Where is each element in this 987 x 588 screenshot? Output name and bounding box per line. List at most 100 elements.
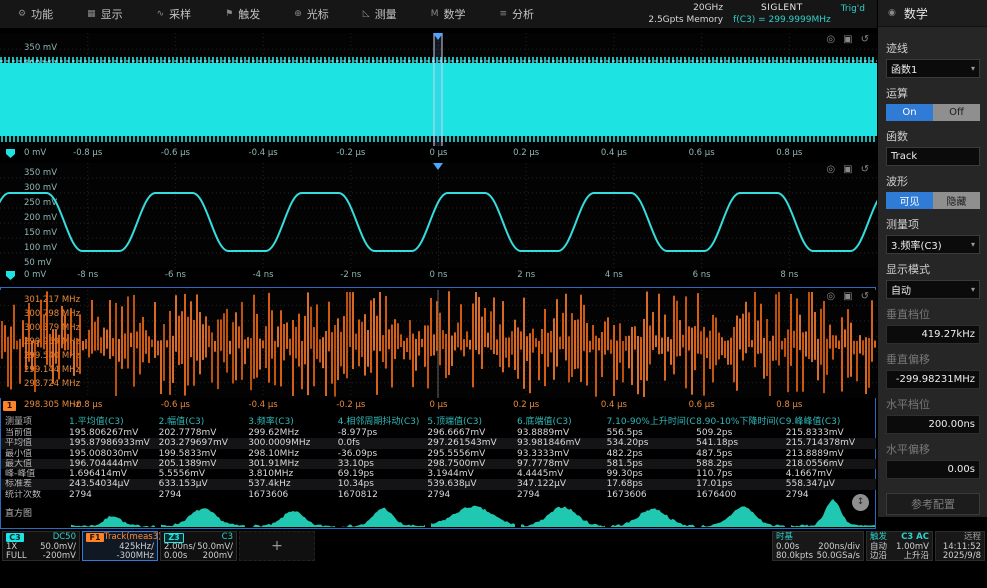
horizontal-offset-field: 0.00s <box>886 460 980 479</box>
measure-item-select[interactable]: 3.频率(C3) ▾ <box>886 235 980 254</box>
trigger-descriptor[interactable]: 触发 C3 AC 自动 1.00mV 边沿 上升沿 <box>866 531 933 561</box>
zoom-offset-marker-icon[interactable] <box>6 271 15 280</box>
f1-trace-badge[interactable]: 1 <box>3 401 16 411</box>
x-tick-label: -2 ns <box>340 270 362 280</box>
menu-item-measure[interactable]: ◺ 测量 <box>363 6 397 22</box>
menu-item-acquire[interactable]: ∿ 采样 <box>157 6 192 22</box>
channel-offset-marker-icon[interactable] <box>6 149 15 158</box>
trigger-position-marker-icon[interactable] <box>433 163 443 170</box>
clock-box[interactable]: 远程 14:11:52 2025/9/8 <box>935 531 985 561</box>
stat-value: 196.704444mV <box>69 458 139 469</box>
table-corner-label: 测量项 <box>5 417 33 427</box>
menu-item-display[interactable]: ▦ 显示 <box>87 6 123 22</box>
stat-value: 110.7ps <box>696 469 733 480</box>
x-tick-label: 2 ns <box>517 270 536 280</box>
stat-value: 202.7778mV <box>158 428 217 438</box>
stat-value: 295.5556mV <box>427 448 486 459</box>
vertical-scale-label: 垂直档位 <box>886 308 930 321</box>
function-f1-descriptor[interactable]: F1 Track(meas3) 425kHz/ -300MHz <box>82 531 161 561</box>
trace-select[interactable]: 函数1 ▾ <box>886 59 980 78</box>
plus-icon: + <box>271 538 283 554</box>
dialog-title: 数学 <box>903 6 928 21</box>
grid2-zero-label: 0 mV <box>24 270 47 280</box>
display-mode-select[interactable]: 自动 ▾ <box>886 280 980 299</box>
add-trace-button[interactable]: + <box>239 531 315 561</box>
vertical-offset-field: -299.98231MHz <box>886 370 980 389</box>
maximize-icon[interactable]: ▣ <box>843 165 852 175</box>
stat-value: 17.68ps <box>606 479 643 490</box>
grid1-toolbar: ◎ ▣ ↺ <box>826 35 869 45</box>
c3-bandwidth: FULL <box>6 551 27 561</box>
stat-value: 5.5556mV <box>158 469 206 480</box>
channel-c3-descriptor[interactable]: C3 DC50 1X 50.0mV/ FULL -200mV <box>2 531 80 561</box>
stat-value: 218.0556mV <box>785 458 844 469</box>
track-function-grid[interactable]: ◎ ▣ ↺ 301.217 MHz 300.798 MHz 300.379 MHz 299… <box>0 290 877 398</box>
table-scroll-button[interactable]: ↕ <box>852 494 869 511</box>
reference-config-button[interactable]: 参考配置 <box>886 493 980 515</box>
column-header: 2.幅值(C3) <box>158 417 205 427</box>
menu-item-label: 触发 <box>238 8 261 21</box>
zoom-waveform-grid[interactable]: ◎ ▣ ↺ 350 mV 300 mV 250 mV 200 mV 150 mV 100 mV… <box>0 163 877 268</box>
stat-value: 195.008030mV <box>69 448 139 459</box>
x-tick-label: 0.6 µs <box>688 400 715 410</box>
operation-off[interactable]: Off <box>933 104 980 121</box>
measure-item-label: 测量项 <box>886 218 919 231</box>
math-icon: M <box>430 9 439 19</box>
waveform-visible[interactable]: 可见 <box>886 192 933 209</box>
main-waveform-grid[interactable]: ◎▣↺ 350 mV300 mV50 mV <box>0 33 877 146</box>
snapshot-icon[interactable]: ◎ <box>826 165 835 175</box>
waveform-hidden[interactable]: 隐藏 <box>933 192 980 209</box>
pin-icon[interactable]: ◉ <box>888 8 896 18</box>
x-tick-label: -0.6 µs <box>160 148 190 158</box>
maximize-icon[interactable]: ▣ <box>843 292 852 302</box>
maximize-icon[interactable]: ▣ <box>843 35 852 45</box>
zoom-window-marker-icon[interactable] <box>433 33 443 40</box>
zoom-z3-descriptor[interactable]: Z3 C3 2.00ns/ 50.0mV/ 0.00s 200mV <box>160 531 237 561</box>
reset-icon[interactable]: ↺ <box>861 35 869 45</box>
reset-icon[interactable]: ↺ <box>861 292 869 302</box>
mini-histogram <box>251 511 335 527</box>
function-field[interactable]: Track <box>886 147 980 166</box>
menu-item-cursors[interactable]: ⊕ 光标 <box>294 6 329 22</box>
vertical-scale-value: 419.27kHz <box>921 329 975 340</box>
measurement-table: 测量项 1.平均值(C3) 2.幅值(C3) 3.频率(C3) 4.相邻周期抖动(C3)… <box>1 416 876 500</box>
operation-on[interactable]: On <box>886 104 933 121</box>
x-tick-label: 4 ns <box>604 270 623 280</box>
x-tick-label: -0.4 µs <box>248 148 278 158</box>
x-tick-label: -8 ns <box>77 270 99 280</box>
chevron-down-icon: ▾ <box>970 64 975 73</box>
mini-histogram <box>431 505 515 527</box>
snapshot-icon[interactable]: ◎ <box>826 35 835 45</box>
snapshot-icon[interactable]: ◎ <box>826 292 835 302</box>
menu-item-analysis[interactable]: ≡ 分析 <box>499 6 534 22</box>
timebase-descriptor[interactable]: 时基 0.00s 200ns/div 80.0kpts 50.0GSa/s <box>772 531 864 561</box>
waveform-toggle[interactable]: 可见 隐藏 <box>886 192 980 209</box>
stat-value: 93.981846mV <box>516 438 581 449</box>
menu-item-utility[interactable]: ⚙ 功能 <box>18 6 53 22</box>
stat-value: 1.696414mV <box>69 469 127 480</box>
x-tick-label: -4 ns <box>252 270 274 280</box>
column-header: 4.相邻周期抖动(C3) <box>337 417 420 427</box>
stat-value: 195.87986933mV <box>69 438 150 449</box>
stat-value: 300.0009MHz <box>248 438 311 449</box>
trigger-icon: ⚑ <box>225 9 234 19</box>
stat-value: 556.5ps <box>606 428 643 438</box>
x-tick-label: -0.8 µs <box>73 148 103 158</box>
mini-histogram <box>521 506 605 527</box>
menu-item-math[interactable]: M 数学 <box>431 6 466 22</box>
display-mode-value: 自动 <box>891 286 911 297</box>
operation-toggle[interactable]: On Off <box>886 104 980 121</box>
stat-value: 203.279697mV <box>158 438 228 449</box>
stat-value: 298.10MHz <box>248 448 299 459</box>
channel-descriptor-bar: C3 DC50 1X 50.0mV/ FULL -200mV F1 Track(… <box>0 530 987 563</box>
column-header: 9.峰峰值(C3) <box>785 417 841 427</box>
trigger-frequency-readout: f(C3) = 299.9999MHz <box>733 15 831 25</box>
reset-icon[interactable]: ↺ <box>861 165 869 175</box>
grid3-x-axis: 1 298.305 MHz -0.8 µs -0.6 µs -0.4 µs -0.2 … <box>0 398 877 414</box>
column-header: 1.平均值(C3) <box>69 417 124 427</box>
column-header: 6.底端值(C3) <box>516 417 572 427</box>
x-tick-label: 0.6 µs <box>688 148 715 158</box>
acquire-icon: ∿ <box>156 9 165 19</box>
x-tick-label: -0.6 µs <box>160 400 190 410</box>
menu-item-trigger[interactable]: ⚑ 触发 <box>225 6 260 22</box>
